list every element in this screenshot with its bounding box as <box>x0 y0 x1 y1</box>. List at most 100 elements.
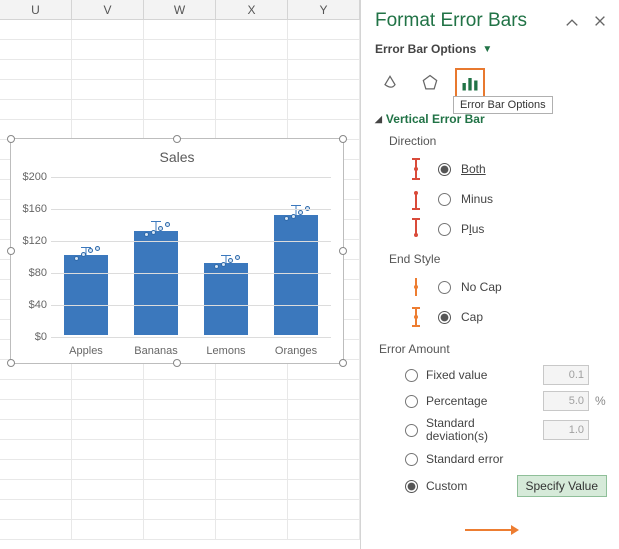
error-cap <box>291 205 301 206</box>
chevron-down-icon: ▼ <box>482 44 492 55</box>
resize-handle[interactable] <box>7 359 15 367</box>
error-cap <box>221 255 231 256</box>
y-axis-label: $40 <box>17 299 47 311</box>
resize-handle[interactable] <box>7 135 15 143</box>
direction-option-minus[interactable]: Minus <box>375 184 607 214</box>
radio-stddev[interactable] <box>405 424 418 437</box>
radio-cap[interactable] <box>438 311 451 324</box>
bar-slot <box>51 177 121 335</box>
x-axis-label: Apples <box>51 345 121 357</box>
error-amount-heading: Error Amount <box>375 332 607 362</box>
col-header[interactable]: V <box>72 0 144 19</box>
plot-area[interactable]: $0$40$80$120$160$200 <box>51 177 331 335</box>
endstyle-heading: End Style <box>375 244 607 272</box>
y-axis-label: $200 <box>17 171 47 183</box>
data-point[interactable] <box>144 232 149 237</box>
bar-slot <box>191 177 261 335</box>
percent-sign: % <box>595 394 607 408</box>
x-axis-label: Bananas <box>121 345 191 357</box>
resize-handle[interactable] <box>339 135 347 143</box>
gridline <box>51 305 331 306</box>
radio-custom[interactable] <box>405 480 418 493</box>
data-point[interactable] <box>291 214 296 219</box>
direction-option-plus[interactable]: Plus <box>375 214 607 244</box>
column-header-row: U V W X Y <box>0 0 360 20</box>
data-point[interactable] <box>88 248 93 253</box>
gridline <box>51 337 331 338</box>
y-axis-label: $120 <box>17 235 47 247</box>
amount-option-custom[interactable]: Custom Specify Value <box>375 472 607 500</box>
y-axis-label: $160 <box>17 203 47 215</box>
amount-option-fixed[interactable]: Fixed value <box>375 362 607 388</box>
col-header[interactable]: Y <box>288 0 360 19</box>
chart-title[interactable]: Sales <box>11 139 343 171</box>
fixed-value-input <box>543 365 589 385</box>
collapse-icon: ◢ <box>375 114 382 125</box>
radio-percentage[interactable] <box>405 395 418 408</box>
resize-handle[interactable] <box>339 359 347 367</box>
specify-value-button[interactable]: Specify Value <box>517 475 608 497</box>
amount-option-stderr[interactable]: Standard error <box>375 446 607 472</box>
bar[interactable] <box>64 255 108 335</box>
bar-slot <box>261 177 331 335</box>
y-axis-label: $80 <box>17 267 47 279</box>
error-cap <box>81 263 91 264</box>
format-error-bars-pane: Format Error Bars Error Bar Options ▼ Er… <box>360 0 619 549</box>
gridline <box>51 177 331 178</box>
data-point[interactable] <box>158 226 163 231</box>
data-point[interactable] <box>235 255 240 260</box>
error-both-icon <box>405 157 427 181</box>
data-point[interactable] <box>151 230 156 235</box>
radio-both[interactable] <box>438 163 451 176</box>
endstyle-option-nocap[interactable]: No Cap <box>375 272 607 302</box>
data-point[interactable] <box>284 216 289 221</box>
resize-handle[interactable] <box>173 359 181 367</box>
error-minus-icon <box>405 187 427 211</box>
x-axis-label: Oranges <box>261 345 331 357</box>
bar[interactable] <box>274 215 318 335</box>
error-cap <box>151 221 161 222</box>
amount-option-stddev[interactable]: Standard deviation(s) <box>375 414 607 446</box>
radio-fixed[interactable] <box>405 369 418 382</box>
resize-handle[interactable] <box>339 247 347 255</box>
error-cap <box>221 271 231 272</box>
error-bar-options-dropdown[interactable]: Error Bar Options ▼ <box>375 38 607 64</box>
radio-minus[interactable] <box>438 193 451 206</box>
tooltip: Error Bar Options <box>453 96 553 114</box>
endstyle-option-cap[interactable]: Cap <box>375 302 607 332</box>
stddev-input <box>543 420 589 440</box>
col-header[interactable]: U <box>0 0 72 19</box>
x-axis-label: Lemons <box>191 345 261 357</box>
direction-option-both[interactable]: Both <box>375 154 607 184</box>
resize-handle[interactable] <box>7 247 15 255</box>
bar-slot <box>121 177 191 335</box>
data-point[interactable] <box>298 210 303 215</box>
error-cap <box>291 225 301 226</box>
fill-line-tab[interactable] <box>375 68 405 98</box>
percentage-input <box>543 391 589 411</box>
radio-stderr[interactable] <box>405 453 418 466</box>
dropdown-label: Error Bar Options <box>375 42 476 56</box>
task-pane-options-icon[interactable] <box>565 14 579 28</box>
close-icon[interactable] <box>593 14 607 28</box>
data-point[interactable] <box>81 252 86 257</box>
data-point[interactable] <box>95 246 100 251</box>
direction-heading: Direction <box>375 132 607 154</box>
col-header[interactable]: W <box>144 0 216 19</box>
embedded-chart[interactable]: Sales $0$40$80$120$160$200 ApplesBananas… <box>10 138 344 364</box>
data-point[interactable] <box>221 262 226 267</box>
col-header[interactable]: X <box>216 0 288 19</box>
effects-tab[interactable] <box>415 68 445 98</box>
data-point[interactable] <box>214 264 219 269</box>
gridline <box>51 209 331 210</box>
amount-option-percentage[interactable]: Percentage % <box>375 388 607 414</box>
gridline <box>51 241 331 242</box>
bar[interactable] <box>134 231 178 335</box>
data-point[interactable] <box>228 258 233 263</box>
radio-plus[interactable] <box>438 223 451 236</box>
radio-nocap[interactable] <box>438 281 451 294</box>
resize-handle[interactable] <box>173 135 181 143</box>
data-point[interactable] <box>165 222 170 227</box>
data-point[interactable] <box>74 256 79 261</box>
error-bar-options-tab[interactable] <box>455 68 485 98</box>
